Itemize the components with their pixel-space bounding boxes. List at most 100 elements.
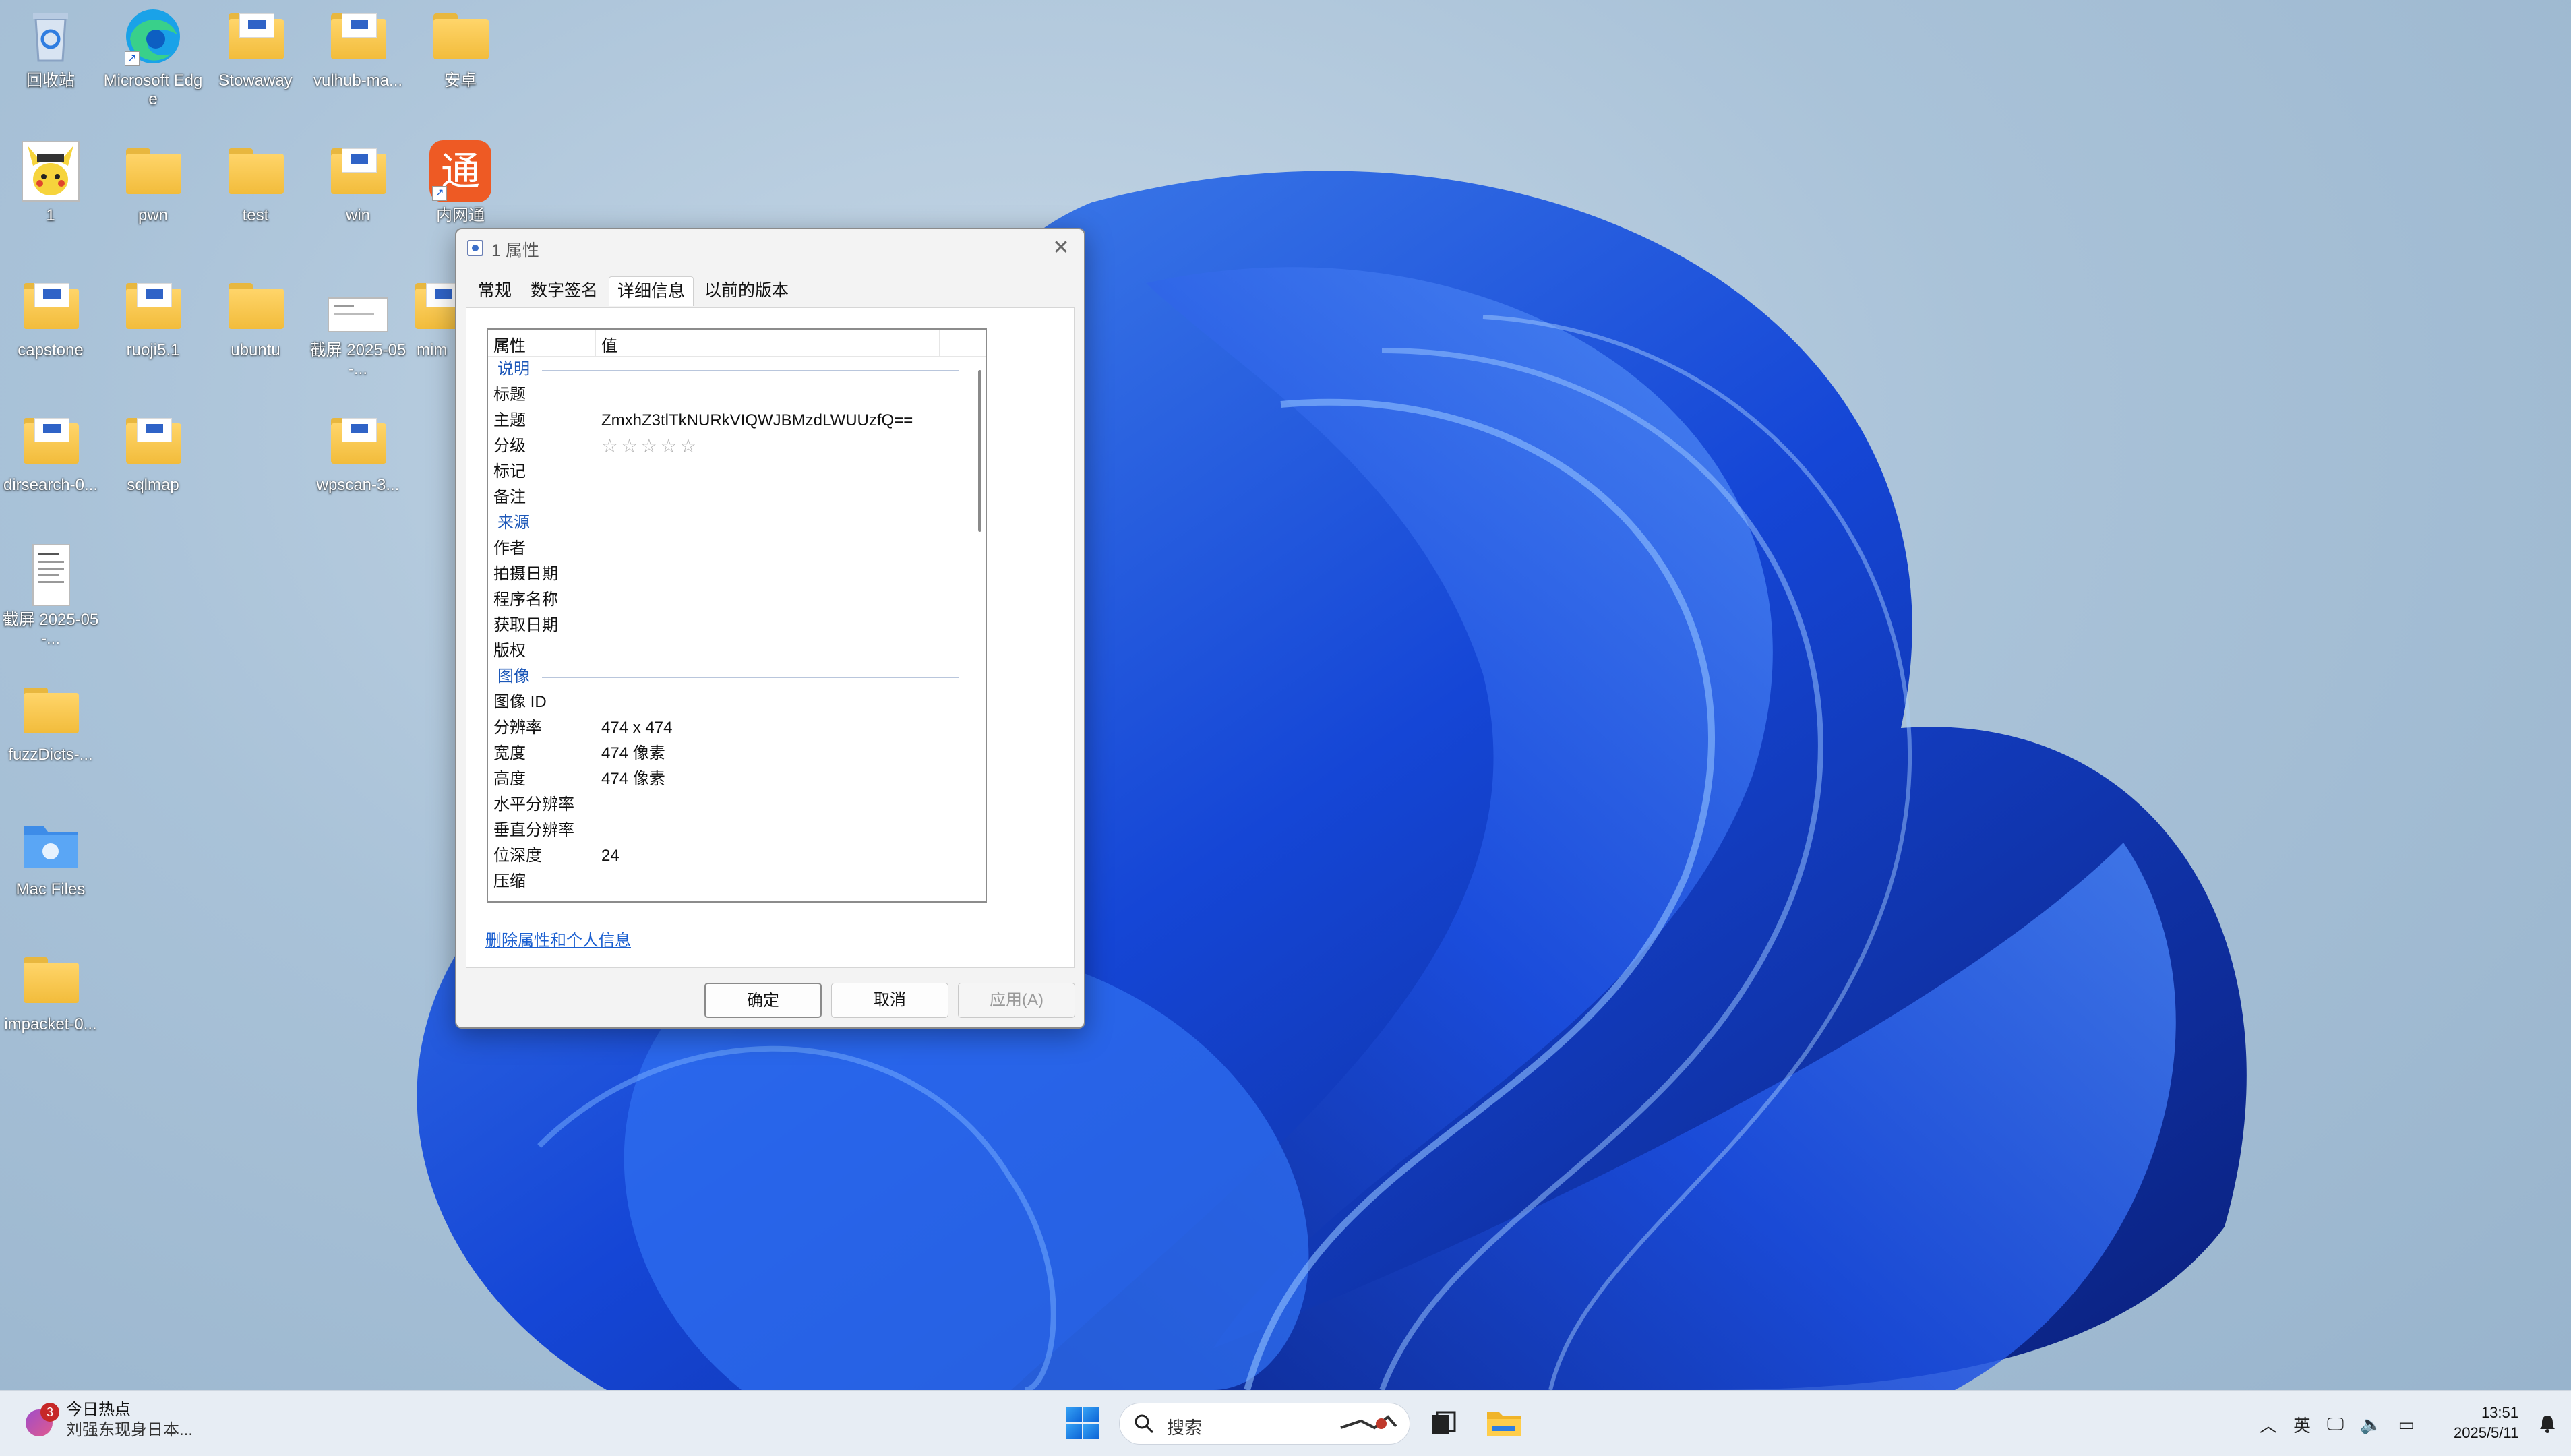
details-panel: 属性 值 说明 标题 主题 ZmxhZ3tlTkNURkVIQWJBMzdLWUU… <box>466 307 1075 968</box>
property-list[interactable]: 属性 值 说明 标题 主题 ZmxhZ3tlTkNURkVIQWJBMzdLWUU… <box>487 328 987 903</box>
remove-properties-link[interactable]: 删除属性和个人信息 <box>485 927 631 950</box>
clock-time: 13:51 <box>2481 1404 2518 1421</box>
tab-details[interactable]: 详细信息 <box>609 276 694 306</box>
desktop-icon-win[interactable]: win <box>307 139 409 225</box>
property-row-comments[interactable]: 备注 <box>488 485 986 510</box>
property-row-title[interactable]: 标题 <box>488 382 986 408</box>
windows-logo-icon <box>1066 1407 1082 1422</box>
desktop-icon-edge[interactable]: ↗ Microsoft Edge <box>102 4 204 109</box>
property-value[interactable] <box>596 459 946 485</box>
property-value[interactable] <box>596 562 946 587</box>
dialog-titlebar[interactable]: 1 属性 ✕ <box>456 229 1084 266</box>
property-row-date-taken[interactable]: 拍摄日期 <box>488 562 986 587</box>
property-value[interactable] <box>596 382 946 408</box>
desktop-icon-ubuntu[interactable]: ubuntu <box>205 274 306 360</box>
property-value[interactable] <box>596 818 946 843</box>
property-row-program[interactable]: 程序名称 <box>488 587 986 613</box>
file-explorer-icon[interactable] <box>1486 1408 1522 1439</box>
section-header-image: 图像 <box>488 664 986 690</box>
tab-general[interactable]: 常规 <box>470 276 520 306</box>
desktop-icon-mim[interactable]: mim <box>410 274 456 360</box>
desktop-icon-vulhub[interactable]: vulhub-ma... <box>307 4 409 90</box>
property-value[interactable] <box>596 869 946 894</box>
cancel-button[interactable]: 取消 <box>831 983 948 1018</box>
close-icon[interactable]: ✕ <box>1048 235 1075 262</box>
desktop-icon-test[interactable]: test <box>205 139 306 225</box>
property-row-horizontal-resolution[interactable]: 水平分辨率 <box>488 792 986 818</box>
property-value[interactable]: ZmxhZ3tlTkNURkVIQWJBMzdLWUUzfQ== <box>596 408 946 433</box>
desktop-icon-capstone[interactable]: capstone <box>0 274 101 360</box>
property-value[interactable]: 474 x 474 <box>596 715 946 741</box>
property-value[interactable]: 24 <box>596 843 946 869</box>
desktop-icon-dirsearch[interactable]: dirsearch-0... <box>0 408 101 495</box>
property-row-compression[interactable]: 压缩 <box>488 869 986 894</box>
property-value[interactable] <box>596 536 946 562</box>
desktop-icon-impacket[interactable]: impacket-0... <box>0 948 101 1034</box>
property-row-width[interactable]: 宽度 474 像素 <box>488 741 986 766</box>
property-value[interactable] <box>596 792 946 818</box>
apply-button[interactable]: 应用(A) <box>958 983 1075 1018</box>
tab-previous-versions[interactable]: 以前的版本 <box>696 276 797 306</box>
property-row-height[interactable]: 高度 474 像素 <box>488 766 986 792</box>
property-name: 水平分辨率 <box>493 795 574 814</box>
property-row-rating[interactable]: 分级 ☆☆☆☆☆ <box>488 433 986 459</box>
property-value[interactable] <box>596 485 946 510</box>
desktop-icon-android[interactable]: 安卓 <box>410 4 511 90</box>
desktop-icon-fuzzdicts[interactable]: fuzzDicts-... <box>0 678 101 764</box>
property-row-subject[interactable]: 主题 ZmxhZ3tlTkNURkVIQWJBMzdLWUUzfQ== <box>488 408 986 433</box>
column-header-property[interactable]: 属性 <box>488 330 596 356</box>
property-row-date-acquired[interactable]: 获取日期 <box>488 613 986 638</box>
desktop-icon-label: 回收站 <box>26 71 75 90</box>
property-value[interactable] <box>596 638 946 664</box>
column-header-value[interactable]: 值 <box>596 330 940 356</box>
news-widget[interactable]: 3 今日热点 刘强东现身日本... <box>23 1400 193 1440</box>
shortcut-arrow-icon: ↗ <box>432 186 447 201</box>
desktop-icon-neiwangtong[interactable]: 通 ↗ 内网通 <box>410 139 511 225</box>
start-button[interactable] <box>1065 1405 1100 1440</box>
desktop-icon-ruoji[interactable]: ruoji5.1 <box>102 274 204 360</box>
property-value[interactable] <box>596 613 946 638</box>
scrollbar-thumb[interactable] <box>978 370 981 532</box>
chevron-up-icon[interactable]: ︿ <box>2260 1412 2277 1437</box>
desktop-icon-label: impacket-0... <box>4 1015 97 1033</box>
property-value[interactable]: 474 像素 <box>596 766 946 792</box>
desktop-icon-pwn[interactable]: pwn <box>102 139 204 225</box>
desktop-icon-stowaway[interactable]: Stowaway <box>205 4 306 90</box>
desktop-icon-mac-files[interactable]: Mac Files <box>0 813 101 899</box>
network-icon[interactable]: 🖵 <box>2327 1414 2344 1435</box>
property-row-image-id[interactable]: 图像 ID <box>488 690 986 715</box>
ok-button[interactable]: 确定 <box>704 983 822 1018</box>
notification-bell-icon[interactable] <box>2537 1414 2558 1434</box>
tab-digital-signatures[interactable]: 数字签名 <box>522 276 606 306</box>
desktop-icon-screenshot-doc[interactable]: 截屏 2025-05-... <box>0 543 101 648</box>
property-value[interactable]: 474 像素 <box>596 741 946 766</box>
desktop-icon-sqlmap[interactable]: sqlmap <box>102 408 204 495</box>
ime-indicator[interactable]: 英 <box>2293 1412 2311 1437</box>
desktop-icon-label: wpscan-3... <box>316 476 400 494</box>
property-row-author[interactable]: 作者 <box>488 536 986 562</box>
property-row-tags[interactable]: 标记 <box>488 459 986 485</box>
property-row-vertical-resolution[interactable]: 垂直分辨率 <box>488 818 986 843</box>
desktop-icon-image-1[interactable]: 1 <box>0 139 101 225</box>
app-icon: 通 ↗ <box>428 139 493 204</box>
property-row-bit-depth[interactable]: 位深度 24 <box>488 843 986 869</box>
folder-icon <box>223 274 288 338</box>
taskbar-search[interactable]: 搜索 <box>1119 1403 1410 1445</box>
battery-icon[interactable]: ▭ <box>2398 1414 2415 1435</box>
property-row-copyright[interactable]: 版权 <box>488 638 986 664</box>
clock[interactable]: 13:51 2025/5/11 <box>2454 1403 2518 1443</box>
folder-icon <box>326 4 390 69</box>
property-name: 垂直分辨率 <box>493 821 574 839</box>
volume-icon[interactable]: 🔈 <box>2360 1414 2382 1435</box>
property-name: 分辨率 <box>493 719 542 737</box>
property-row-dimensions[interactable]: 分辨率 474 x 474 <box>488 715 986 741</box>
desktop-icon-label: test <box>242 206 269 224</box>
desktop-icon-recycle-bin[interactable]: 回收站 <box>0 4 101 90</box>
property-value[interactable] <box>596 690 946 715</box>
desktop-icon-screenshot[interactable]: 截屏 2025-05-... <box>307 274 409 379</box>
desktop-icon-wpscan[interactable]: wpscan-3... <box>307 408 409 495</box>
property-value[interactable] <box>596 587 946 613</box>
rating-stars[interactable]: ☆☆☆☆☆ <box>596 433 946 459</box>
task-view-icon[interactable] <box>1429 1409 1457 1438</box>
list-scrollbar[interactable] <box>977 357 983 901</box>
